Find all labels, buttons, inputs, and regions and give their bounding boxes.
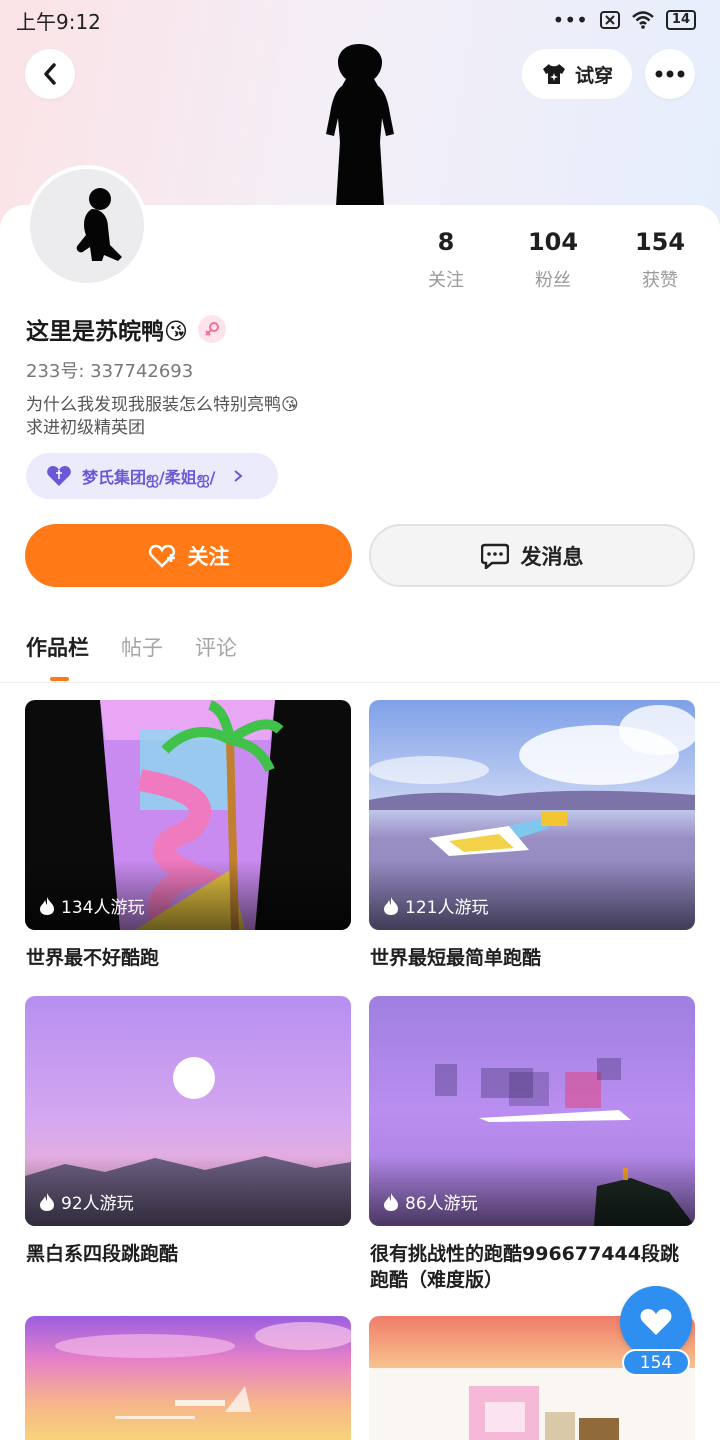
send-message-button[interactable]: 发消息 bbox=[369, 524, 695, 587]
follow-label: 关注 bbox=[187, 544, 230, 569]
stat-following-label: 关注 bbox=[428, 270, 464, 291]
nickname-text: 这里是苏皖鸭😘 bbox=[26, 319, 188, 345]
tab-works[interactable]: 作品栏 bbox=[26, 632, 89, 662]
stat-following[interactable]: 8 关注 bbox=[401, 228, 491, 292]
avatar-image bbox=[76, 188, 122, 261]
wifi-icon bbox=[632, 11, 654, 29]
stat-fans-value: 104 bbox=[527, 228, 579, 256]
avatar[interactable] bbox=[26, 165, 148, 287]
play-count-1-text: 134人游玩 bbox=[61, 898, 145, 918]
stat-fans-label: 粉丝 bbox=[535, 270, 571, 291]
play-count-1: 134人游玩 bbox=[39, 893, 144, 918]
user-id: 233号: 337742693 bbox=[26, 361, 194, 382]
work-card-3[interactable]: 92人游玩 bbox=[25, 996, 351, 1226]
chevron-left-icon bbox=[44, 63, 56, 85]
work-card-5[interactable] bbox=[25, 1316, 351, 1440]
work-title-3[interactable]: 黑白系四段跳跑酷 bbox=[26, 1241, 352, 1267]
heart-plus-icon bbox=[148, 544, 175, 568]
nickname: 这里是苏皖鸭😘 bbox=[26, 312, 226, 346]
stat-likes[interactable]: 154 获赞 bbox=[615, 228, 705, 292]
active-tab-indicator bbox=[50, 677, 69, 681]
profile-tabs: 作品栏 帖子 评论 bbox=[26, 632, 237, 662]
play-count-3-text: 92人游玩 bbox=[61, 1194, 134, 1214]
stat-fans[interactable]: 104 粉丝 bbox=[508, 228, 598, 292]
flame-icon bbox=[40, 896, 54, 915]
work-title-4[interactable]: 很有挑战性的跑酷996677444段跳跑酷（难度版） bbox=[370, 1241, 696, 1293]
tabs-divider bbox=[0, 682, 720, 683]
chat-bubble-icon bbox=[480, 543, 509, 569]
follow-button[interactable]: 关注 bbox=[25, 524, 352, 587]
tshirt-icon bbox=[542, 64, 565, 84]
status-icons: ••• 14 bbox=[553, 8, 696, 32]
heart-icon bbox=[640, 1309, 672, 1335]
status-bar: 上午9:12 ••• 14 bbox=[0, 0, 720, 40]
back-button[interactable] bbox=[25, 49, 75, 99]
like-count-badge: 154 bbox=[622, 1349, 690, 1376]
try-on-label: 试穿 bbox=[574, 64, 613, 87]
group-name: 梦氏集团ஐ/柔姐ஐ/ bbox=[82, 467, 216, 487]
work-title-1[interactable]: 世界最不好酷跑 bbox=[26, 945, 352, 971]
group-chip[interactable]: 梦氏集团ஐ/柔姐ஐ/ bbox=[26, 453, 278, 499]
flame-icon bbox=[40, 1192, 54, 1211]
heart-group-icon bbox=[47, 466, 71, 486]
work-card-1[interactable]: 134人游玩 bbox=[25, 700, 351, 930]
stat-likes-value: 154 bbox=[634, 228, 686, 256]
bio: 为什么我发现我服装怎么特别亮鸭😘 求进初级精英团 bbox=[26, 394, 299, 440]
stat-likes-label: 获赞 bbox=[642, 270, 678, 291]
ellipsis-icon bbox=[655, 70, 685, 78]
play-count-3: 92人游玩 bbox=[39, 1189, 134, 1214]
flame-icon bbox=[384, 1192, 398, 1211]
more-dots-icon: ••• bbox=[552, 8, 588, 32]
tab-posts[interactable]: 帖子 bbox=[121, 632, 163, 662]
play-count-4-text: 86人游玩 bbox=[405, 1194, 478, 1214]
play-count-2-text: 121人游玩 bbox=[405, 898, 489, 918]
flame-icon bbox=[384, 896, 398, 915]
female-gender-icon bbox=[197, 315, 226, 343]
play-count-4: 86人游玩 bbox=[383, 1189, 478, 1214]
like-button[interactable] bbox=[620, 1286, 692, 1358]
avatar-silhouette bbox=[326, 44, 394, 206]
status-time: 上午9:12 bbox=[16, 9, 101, 34]
tab-comments[interactable]: 评论 bbox=[195, 632, 237, 662]
stat-following-value: 8 bbox=[437, 228, 455, 256]
battery-icon: 14 bbox=[665, 10, 696, 30]
work-thumbnail-5 bbox=[25, 1316, 351, 1440]
send-message-label: 发消息 bbox=[520, 544, 584, 569]
chevron-right-icon bbox=[234, 470, 243, 482]
play-count-2: 121人游玩 bbox=[383, 893, 488, 918]
try-on-button[interactable]: 试穿 bbox=[522, 49, 632, 99]
notification-muted-icon bbox=[599, 11, 620, 29]
more-options-button[interactable] bbox=[645, 49, 695, 99]
bio-line-2: 求进初级精英团 bbox=[26, 418, 145, 438]
bio-line-1: 为什么我发现我服装怎么特别亮鸭😘 bbox=[26, 395, 299, 415]
work-card-2[interactable]: 121人游玩 bbox=[369, 700, 695, 930]
work-card-4[interactable]: 86人游玩 bbox=[369, 996, 695, 1226]
work-title-2[interactable]: 世界最短最简单跑酷 bbox=[370, 945, 696, 971]
